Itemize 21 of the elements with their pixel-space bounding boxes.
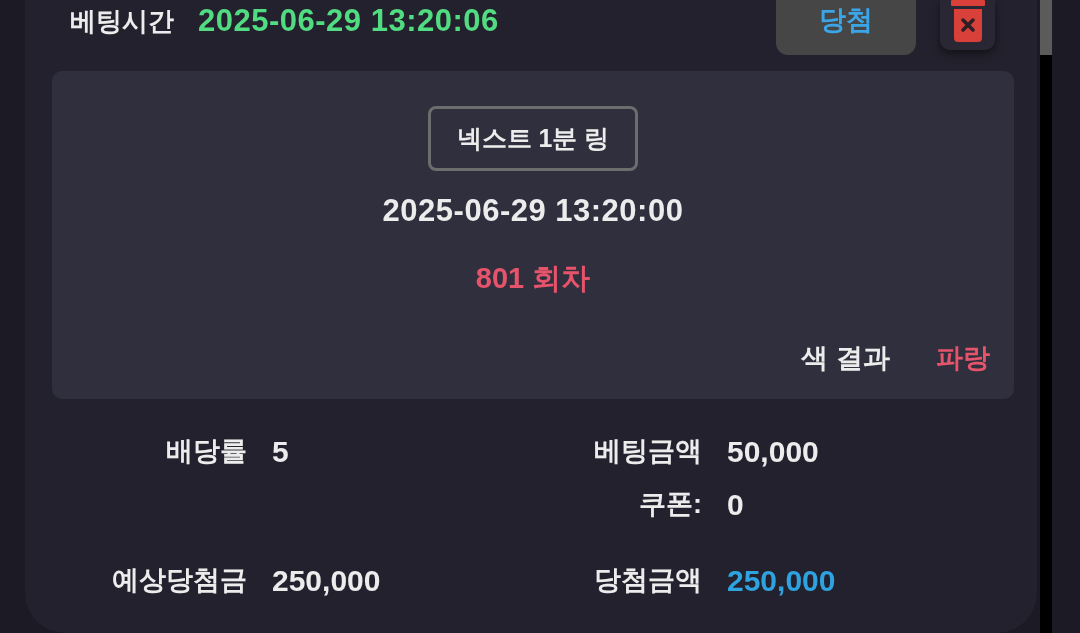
bet-time-value: 2025-06-29 13:20:06 xyxy=(198,1,499,40)
scrollbar-thumb[interactable] xyxy=(1040,0,1052,55)
detail-value: 50,000 xyxy=(727,434,819,470)
detail-value: 5 xyxy=(272,434,289,470)
win-status-button[interactable]: 당첨 xyxy=(776,0,916,55)
bet-time-label: 베팅시간 xyxy=(70,4,174,38)
round-number: 801 회차 xyxy=(475,260,591,296)
detail-label: 당첨금액 xyxy=(593,564,702,597)
detail-value: 250,000 xyxy=(727,563,836,599)
color-result-value: 파랑 xyxy=(936,342,990,375)
detail-value: 250,000 xyxy=(272,563,381,599)
detail-label: 쿠폰: xyxy=(638,488,702,521)
game-name-badge: 넥스트 1분 링 xyxy=(428,106,638,171)
color-result-label: 색 결과 xyxy=(801,342,890,375)
detail-value: 0 xyxy=(727,487,744,523)
delete-button[interactable] xyxy=(940,0,995,50)
detail-label: 베팅금액 xyxy=(593,435,702,468)
detail-label: 배당률 xyxy=(165,435,247,468)
trash-icon xyxy=(950,0,985,42)
detail-label: 예상당첨금 xyxy=(111,564,247,597)
draw-time: 2025-06-29 13:20:00 xyxy=(382,192,684,230)
